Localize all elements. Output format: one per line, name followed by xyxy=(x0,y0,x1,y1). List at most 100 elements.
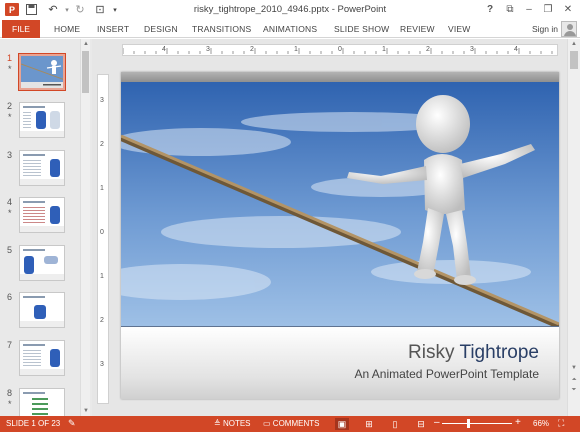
tab-transitions[interactable]: TRANSITIONS xyxy=(192,24,251,34)
slide-thumbnail-8[interactable] xyxy=(19,388,65,416)
scroll-up-icon[interactable]: ▲ xyxy=(570,40,578,48)
slide-canvas[interactable]: Risky Tightrope An Animated PowerPoint T… xyxy=(121,72,559,399)
reading-view-button[interactable]: ▯ xyxy=(388,418,402,430)
ruler-number: 1 xyxy=(294,46,298,53)
thumbnail-title-shape xyxy=(23,154,45,156)
thumbnail-figure-shape xyxy=(24,256,34,274)
thumbnail-title-shape xyxy=(23,106,45,108)
reading-view-icon: ▯ xyxy=(392,418,398,429)
ruler-number: 2 xyxy=(250,46,254,53)
tightrope-photo[interactable] xyxy=(121,82,559,326)
ruler-number: 0 xyxy=(338,46,342,53)
workspace: 1 * 2 * 3 4 * 5 6 7 8 * ▲ ▼ 4 3 2 1 0 1 … xyxy=(0,39,580,416)
zoom-slider-track[interactable] xyxy=(442,423,512,424)
slide-scrollbar[interactable]: ▲ ▼ ⏶ ⏷ xyxy=(567,39,580,416)
slide-scroll-thumb[interactable] xyxy=(570,51,578,69)
scroll-down-icon[interactable]: ▼ xyxy=(570,364,578,372)
slide-thumbnail-1[interactable] xyxy=(18,53,66,91)
avatar[interactable] xyxy=(561,21,577,37)
thumbnail-footer-shape xyxy=(20,274,64,280)
status-bar: SLIDE 1 OF 23 ✎ ≜ NOTES ▭ COMMENTS ▣ ⊞ ▯… xyxy=(0,416,580,432)
thumbnail-title-shape xyxy=(23,201,45,203)
tab-insert[interactable]: INSERT xyxy=(97,24,129,34)
zoom-in-button[interactable]: + xyxy=(515,417,521,428)
comments-button[interactable]: ▭ COMMENTS xyxy=(263,419,319,428)
slide-thumbnail-7[interactable] xyxy=(19,340,65,376)
thumbnail-footer-shape xyxy=(20,226,64,232)
tab-design[interactable]: DESIGN xyxy=(144,24,178,34)
slide-thumbnail-2[interactable] xyxy=(19,102,65,138)
zoom-out-button[interactable]: – xyxy=(434,417,440,428)
normal-view-button[interactable]: ▣ xyxy=(335,418,349,430)
help-button[interactable]: ? xyxy=(480,2,500,17)
notes-icon: ≜ xyxy=(214,419,221,428)
ribbon-tabs: FILE HOME INSERT DESIGN TRANSITIONS ANIM… xyxy=(0,20,580,38)
sign-in-link[interactable]: Sign in xyxy=(532,24,558,34)
vertical-ruler: 3 2 1 0 1 2 3 xyxy=(97,74,109,404)
tab-home[interactable]: HOME xyxy=(54,24,80,34)
restore-button[interactable]: ❐ xyxy=(538,2,558,17)
thumbnail-footer-shape xyxy=(20,369,64,375)
minimize-button[interactable]: – xyxy=(519,2,539,17)
thumbnail-scroll-thumb[interactable] xyxy=(82,51,89,93)
slide-show-view-button[interactable]: ⊟ xyxy=(414,418,428,430)
zoom-slider-thumb[interactable] xyxy=(467,419,470,428)
slide-thumbnail-pane: 1 * 2 * 3 4 * 5 6 7 8 * ▲ ▼ xyxy=(0,39,92,416)
slide-title[interactable]: Risky Tightrope xyxy=(408,342,539,364)
thumbnail-text-shape xyxy=(23,207,45,225)
scroll-up-icon[interactable]: ▲ xyxy=(82,40,90,48)
fit-to-window-icon[interactable]: ⛶ xyxy=(558,418,564,429)
zoom-level[interactable]: 66% xyxy=(533,419,549,428)
next-slide-icon[interactable]: ⏷ xyxy=(570,386,578,394)
avatar-head-icon xyxy=(567,24,573,30)
thumbnail-figure-shape xyxy=(50,111,60,129)
thumbnail-number: 3 xyxy=(7,150,13,160)
ruler-number: 3 xyxy=(100,97,104,104)
slide-title-area[interactable]: Risky Tightrope An Animated PowerPoint T… xyxy=(121,326,559,399)
ribbon-display-options-button[interactable]: ⧉ xyxy=(500,2,520,17)
normal-view-icon: ▣ xyxy=(337,418,347,429)
tab-animations[interactable]: ANIMATIONS xyxy=(263,24,317,34)
thumbnail-title-shape xyxy=(23,344,45,346)
slide-thumbnail-3[interactable] xyxy=(19,150,65,186)
comment-icon: ▭ xyxy=(263,419,271,428)
slide-sorter-view-button[interactable]: ⊞ xyxy=(362,418,376,430)
slide-count-status[interactable]: SLIDE 1 OF 23 xyxy=(6,419,60,428)
animation-star-icon: * xyxy=(8,112,12,122)
thumbnail-title-shape xyxy=(23,392,45,394)
ruler-number: 4 xyxy=(514,46,518,53)
title-bar: P ↶ ▾ ↻ ⊡ ▾ risky_tightrope_2010_4946.pp… xyxy=(0,0,580,20)
tab-slide-show[interactable]: SLIDE SHOW xyxy=(334,24,389,34)
thumbnail-number: 4 xyxy=(7,197,13,207)
tab-file[interactable]: FILE xyxy=(2,20,40,38)
thumbnail-figure-shape xyxy=(50,159,60,177)
notes-button[interactable]: ≜ NOTES xyxy=(214,419,251,428)
thumbnail-scrollbar[interactable]: ▲ ▼ xyxy=(80,39,90,416)
avatar-body-icon xyxy=(564,31,576,36)
close-button[interactable]: ✕ xyxy=(558,2,578,17)
thumbnail-text-shape xyxy=(23,160,41,178)
thumbnail-title-shape xyxy=(23,249,45,251)
scroll-down-icon[interactable]: ▼ xyxy=(82,407,90,415)
slide-sorter-icon: ⊞ xyxy=(365,418,373,429)
slide-title-part1: Risky xyxy=(408,342,460,363)
thumbnail-number: 7 xyxy=(7,340,13,350)
slide-header-bar xyxy=(121,72,559,82)
ruler-number: 3 xyxy=(206,46,210,53)
previous-slide-icon[interactable]: ⏶ xyxy=(570,376,578,384)
spell-check-icon[interactable]: ✎ xyxy=(68,418,76,429)
ruler-number: 3 xyxy=(100,361,104,368)
thumbnail-number: 2 xyxy=(7,101,13,111)
animation-star-icon: * xyxy=(8,64,12,74)
animation-star-icon: * xyxy=(8,208,12,218)
tab-review[interactable]: REVIEW xyxy=(400,24,435,34)
slide-thumbnail-5[interactable] xyxy=(19,245,65,281)
thumbnail-number: 6 xyxy=(7,292,13,302)
slide-thumbnail-6[interactable] xyxy=(19,292,65,328)
thumbnail-figure-shape xyxy=(50,349,60,367)
slide-thumbnail-4[interactable] xyxy=(19,197,65,233)
tab-view[interactable]: VIEW xyxy=(448,24,471,34)
ruler-number: 3 xyxy=(470,46,474,53)
slide-subtitle[interactable]: An Animated PowerPoint Template xyxy=(354,367,539,381)
thumbnail-number: 5 xyxy=(7,245,13,255)
